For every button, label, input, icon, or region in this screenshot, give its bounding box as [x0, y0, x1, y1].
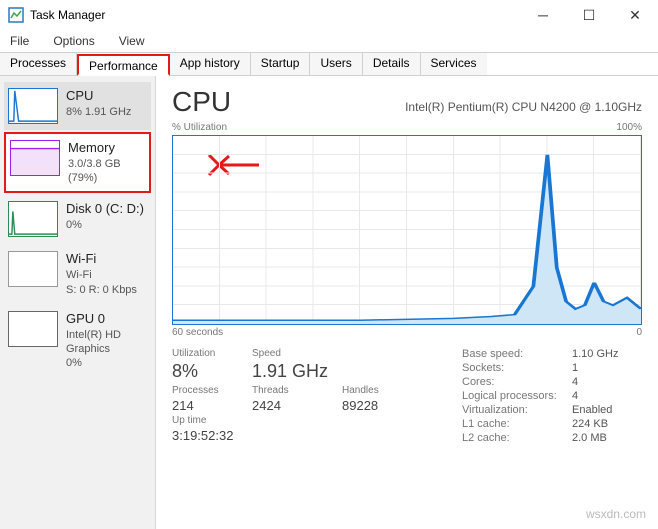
menu-file[interactable]: File: [6, 32, 33, 50]
tab-services[interactable]: Services: [421, 53, 487, 75]
page-title: CPU: [172, 86, 231, 118]
close-button[interactable]: ✕: [612, 0, 658, 30]
maximize-button[interactable]: ☐: [566, 0, 612, 30]
l1-label: L1 cache:: [462, 418, 572, 430]
main-panel: CPU Intel(R) Pentium(R) CPU N4200 @ 1.10…: [156, 76, 658, 529]
utilization-value: 8%: [172, 361, 252, 383]
wifi-thumb-icon: [8, 251, 58, 287]
threads-label: Threads: [252, 385, 342, 396]
tab-app-history[interactable]: App history: [170, 53, 251, 75]
x-right: 0: [636, 327, 642, 338]
title-bar: Task Manager ─ ☐ ✕: [0, 0, 658, 30]
tab-users[interactable]: Users: [310, 53, 362, 75]
tab-processes[interactable]: Processes: [0, 53, 77, 75]
disk-detail: 0%: [66, 218, 144, 232]
stats-left: Utilization Speed 8% 1.91 GHz Processes …: [172, 348, 432, 444]
sidebar: CPU 8% 1.91 GHz Memory 3.0/3.8 GB (79%) …: [0, 76, 156, 529]
util-max: 100%: [616, 122, 642, 133]
utilization-label: Utilization: [172, 348, 252, 359]
cores-value: 4: [572, 376, 642, 388]
processes-value: 214: [172, 398, 252, 414]
cores-label: Cores:: [462, 376, 572, 388]
l2-value: 2.0 MB: [572, 432, 642, 444]
stats-right: Base speed: 1.10 GHz Sockets: 1 Cores: 4…: [462, 348, 642, 444]
virt-label: Virtualization:: [462, 404, 572, 416]
wifi-line2: S: 0 R: 0 Kbps: [66, 283, 137, 297]
gpu-thumb-icon: [8, 311, 58, 347]
menu-view[interactable]: View: [115, 32, 149, 50]
tab-details[interactable]: Details: [363, 53, 421, 75]
sidebar-item-cpu[interactable]: CPU 8% 1.91 GHz: [4, 82, 151, 130]
base-speed-label: Base speed:: [462, 348, 572, 360]
memory-thumb-icon: [10, 140, 60, 176]
virt-value: Enabled: [572, 404, 642, 416]
disk-thumb-icon: [8, 201, 58, 237]
tab-bar: Processes Performance App history Startu…: [0, 52, 658, 76]
sidebar-item-gpu[interactable]: GPU 0 Intel(R) HD Graphics 0%: [4, 305, 151, 377]
menu-options[interactable]: Options: [49, 32, 98, 50]
sidebar-item-wifi[interactable]: Wi-Fi Wi-Fi S: 0 R: 0 Kbps: [4, 245, 151, 302]
base-speed-value: 1.10 GHz: [572, 348, 642, 360]
menu-bar: File Options View: [0, 30, 658, 52]
threads-value: 2424: [252, 398, 342, 414]
gpu-line2: 0%: [66, 356, 147, 370]
watermark: wsxdn.com: [586, 507, 646, 521]
processes-label: Processes: [172, 385, 252, 396]
tab-performance[interactable]: Performance: [77, 54, 170, 76]
uptime-label: Up time: [172, 415, 252, 426]
minimize-button[interactable]: ─: [520, 0, 566, 30]
gpu-line1: Intel(R) HD Graphics: [66, 328, 147, 357]
window-title: Task Manager: [30, 8, 520, 22]
memory-detail: 3.0/3.8 GB (79%): [68, 157, 145, 186]
handles-label: Handles: [342, 385, 432, 396]
gpu-title: GPU 0: [66, 311, 147, 328]
uptime-value: 3:19:52:32: [172, 428, 252, 444]
cpu-model: Intel(R) Pentium(R) CPU N4200 @ 1.10GHz: [405, 100, 642, 114]
memory-title: Memory: [68, 140, 145, 157]
logical-value: 4: [572, 390, 642, 402]
logical-label: Logical processors:: [462, 390, 572, 402]
cpu-thumb-icon: [8, 88, 58, 124]
sockets-label: Sockets:: [462, 362, 572, 374]
wifi-line1: Wi-Fi: [66, 268, 137, 282]
cpu-title: CPU: [66, 88, 131, 105]
tab-startup[interactable]: Startup: [251, 53, 311, 75]
app-icon: [8, 7, 24, 23]
cpu-detail: 8% 1.91 GHz: [66, 105, 131, 119]
cpu-utilization-chart: [172, 135, 642, 325]
sidebar-item-disk[interactable]: Disk 0 (C: D:) 0%: [4, 195, 151, 243]
sidebar-item-memory[interactable]: Memory 3.0/3.8 GB (79%): [4, 132, 151, 193]
sockets-value: 1: [572, 362, 642, 374]
x-left: 60 seconds: [172, 327, 223, 338]
util-label: % Utilization: [172, 122, 227, 133]
wifi-title: Wi-Fi: [66, 251, 137, 268]
l1-value: 224 KB: [572, 418, 642, 430]
speed-value: 1.91 GHz: [252, 361, 342, 383]
handles-value: 89228: [342, 398, 432, 414]
l2-label: L2 cache:: [462, 432, 572, 444]
speed-label: Speed: [252, 348, 342, 359]
disk-title: Disk 0 (C: D:): [66, 201, 144, 218]
